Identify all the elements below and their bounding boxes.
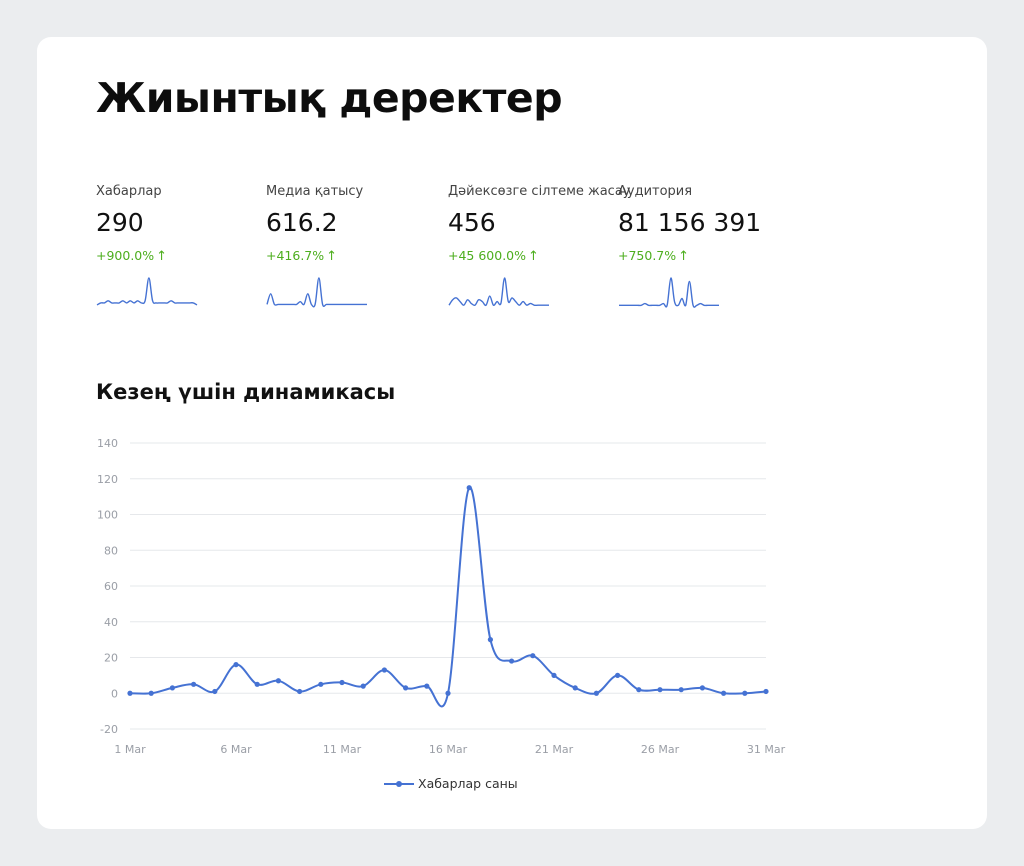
metric-media-presence: Медиа қатысу 616.2 +416.7% ↑: [266, 182, 446, 311]
page-title: Жиынтық деректер: [96, 74, 563, 122]
data-point[interactable]: [678, 687, 684, 693]
arrow-up-icon: ↑: [326, 249, 338, 264]
data-point[interactable]: [593, 690, 599, 696]
data-point[interactable]: [339, 679, 345, 686]
arrow-up-icon: ↑: [156, 249, 168, 264]
data-point[interactable]: [275, 678, 281, 684]
data-point[interactable]: [169, 685, 175, 691]
data-point[interactable]: [148, 690, 154, 696]
metric-label: Хабарлар: [96, 184, 162, 199]
y-tick-label: -20: [100, 723, 118, 736]
data-point[interactable]: [699, 685, 706, 691]
arrow-up-icon: ↑: [528, 249, 539, 264]
y-tick-label: 140: [97, 437, 118, 450]
x-tick-label: 6 Маr: [220, 743, 252, 756]
metric-label: Дәйексөзге сілтеме жасау: [448, 184, 631, 199]
metric-label: Аудитория: [618, 184, 693, 199]
metric-sparkline: [96, 277, 198, 306]
x-tick-label: 26 Маr: [641, 743, 680, 756]
data-point[interactable]: [297, 688, 303, 695]
data-point[interactable]: [254, 681, 260, 687]
sparkline-path: [448, 277, 549, 307]
sparkline-path: [96, 277, 198, 306]
metric-change-text: +750.7%: [618, 248, 677, 263]
data-point[interactable]: [615, 672, 621, 678]
data-point[interactable]: [763, 688, 769, 695]
metric-change-text: +416.7%: [266, 248, 325, 263]
data-point[interactable]: [191, 681, 197, 687]
data-point[interactable]: [509, 658, 515, 664]
data-point[interactable]: [530, 653, 536, 659]
data-point[interactable]: [403, 685, 409, 691]
sparkline-path: [266, 277, 367, 308]
data-point[interactable]: [551, 672, 557, 678]
legend-line-marker: [384, 778, 414, 790]
series-line: [129, 486, 767, 708]
data-point[interactable]: [487, 637, 493, 643]
y-tick-label: 20: [104, 652, 118, 665]
x-tick-label: 11 Маr: [323, 743, 362, 756]
metric-sparkline: [448, 277, 549, 307]
section-title: Кезең үшін динамикасы: [96, 380, 396, 404]
metric-change-text: +45 600.0%: [448, 248, 527, 263]
data-point[interactable]: [127, 690, 133, 696]
data-point[interactable]: [360, 683, 366, 689]
metric-value: 81 156 391: [618, 208, 762, 237]
y-tick-label: 40: [104, 616, 118, 629]
metric-change: +45 600.0% ↑: [448, 247, 628, 265]
metric-change-text: +900.0%: [96, 248, 155, 263]
x-tick-label: 1 Маr: [114, 743, 146, 756]
arrow-up-icon: ↑: [678, 249, 690, 264]
y-tick-label: 60: [104, 580, 118, 593]
metric-sparkline: [618, 277, 719, 308]
metric-value: 616.2: [266, 208, 338, 237]
metric-sparkline: [266, 277, 367, 308]
data-point[interactable]: [445, 690, 451, 696]
y-tick-label: 120: [97, 473, 118, 486]
data-point[interactable]: [636, 687, 642, 693]
x-tick-label: 21 Маr: [535, 743, 574, 756]
data-point[interactable]: [721, 690, 727, 696]
metric-change: +750.7% ↑: [618, 247, 798, 265]
data-point[interactable]: [657, 687, 663, 693]
data-point[interactable]: [318, 681, 324, 687]
legend-label: Хабарлар саны: [418, 776, 518, 791]
metric-value: 290: [96, 208, 144, 237]
metric-change: +416.7% ↑: [266, 247, 446, 265]
data-point[interactable]: [212, 688, 218, 695]
data-point[interactable]: [466, 485, 472, 491]
metric-citations: Дәйексөзге сілтеме жасау 456 +45 600.0% ↑: [448, 182, 631, 311]
x-tick-label: 31 Маr: [747, 743, 786, 756]
y-tick-label: 80: [104, 544, 118, 557]
metric-change: +900.0% ↑: [96, 247, 276, 265]
data-point[interactable]: [424, 683, 430, 689]
chart-legend[interactable]: Хабарлар саны: [384, 776, 518, 791]
data-point[interactable]: [742, 690, 748, 696]
data-point[interactable]: [381, 667, 387, 673]
data-point[interactable]: [233, 662, 239, 668]
x-tick-label: 16 Маr: [429, 743, 468, 756]
y-tick-label: 0: [111, 687, 118, 700]
metric-label: Медиа қатысу: [266, 184, 364, 199]
metric-messages: Хабарлар 290 +900.0% ↑: [96, 182, 276, 311]
data-point[interactable]: [572, 685, 578, 691]
metric-value: 456: [448, 208, 496, 237]
dynamics-line-chart: -20 0 20 40 60 80 100 120 140 1 Маr 6 Маr 11 Маr 16 …: [97, 437, 786, 756]
y-tick-label: 100: [97, 509, 118, 522]
metric-audience: Аудитория 81 156 391 +750.7% ↑: [618, 182, 798, 311]
sparkline-path: [618, 277, 719, 308]
